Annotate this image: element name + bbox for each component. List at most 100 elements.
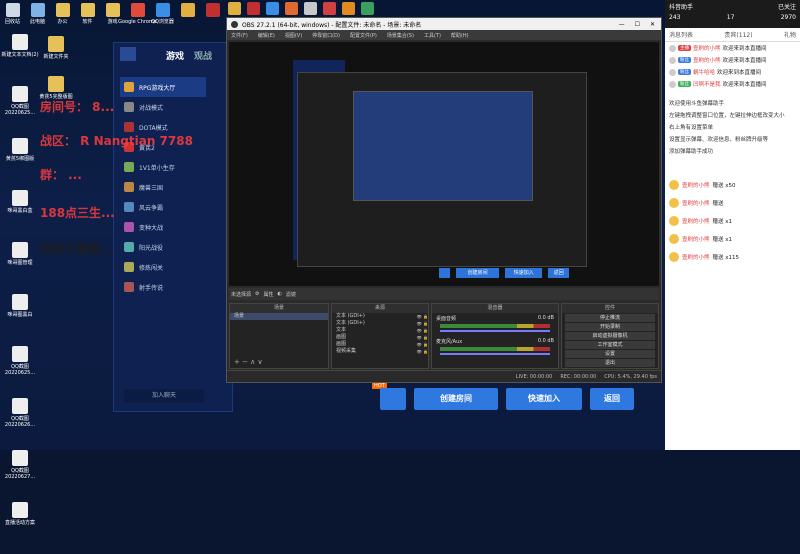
obs-control-button[interactable]: 开始录制 [565,323,655,331]
filter-icon[interactable]: ◐ [278,291,282,297]
minimize-icon[interactable]: — [619,21,625,28]
gift-username[interactable]: 壹刷的小熊 [682,253,710,261]
eye-lock-icon[interactable]: 👁 🔒 [417,341,428,348]
obs-menu-item[interactable]: 文件(F) [231,32,248,39]
source-item[interactable]: 视频采集 👁 🔒 [332,348,428,355]
desktop-icon[interactable]: QQ浏览器 [150,0,175,34]
desktop-icon[interactable]: 新建文本文档(2) [0,34,40,86]
obs-menu-item[interactable]: 停靠窗口(D) [312,32,340,39]
desktop-icon[interactable]: 咪哥图黑白 [0,294,40,346]
desktop-icon[interactable]: QQ截图20220625... [0,86,40,138]
obs-menu-item[interactable]: 帮助(H) [451,32,469,39]
system-message: 左键拖拽调整窗口位置，左键拉伸边框改变大小 [669,113,785,119]
maximize-icon[interactable]: ☐ [635,21,640,28]
obs-menu-item[interactable]: 场景集合(S) [387,32,414,39]
obs-control-button[interactable]: 设置 [565,350,655,358]
game-category-item[interactable]: 阳光战役 [120,237,206,257]
game-icon [124,162,134,172]
obs-preview-canvas[interactable]: 创建房间 快速加入 返回 [229,42,659,286]
desktop-icon[interactable]: 直播活动方案 [0,502,40,554]
chat-username[interactable]: 壹刷的小熊 [693,56,721,64]
desktop-icon[interactable]: 黄芪5完整版图 [36,76,76,128]
app-icon[interactable] [247,2,260,15]
desktop-icon[interactable]: 回收站 [0,0,25,34]
eye-lock-icon[interactable]: 👁 🔒 [417,327,428,334]
desktop-icon[interactable] [200,0,225,34]
desktop-icon[interactable]: 办公 [50,0,75,34]
desktop-icon[interactable] [175,0,200,34]
obs-menu-item[interactable]: 工具(T) [424,32,441,39]
game-category-item[interactable]: 风云争霸 [120,197,206,217]
desktop-icon[interactable]: 此电脑 [25,0,50,34]
obs-control-button[interactable]: 工作室模式 [565,341,655,349]
app-icon[interactable] [285,2,298,15]
eye-lock-icon[interactable]: 👁 🔒 [417,313,428,320]
scene-item[interactable]: 场景 [230,313,328,320]
back-button[interactable]: 返回 [590,388,634,410]
gift-username[interactable]: 壹刷的小熊 [682,199,710,207]
game-category-item[interactable]: RPG游戏大厅 [120,77,206,97]
game-category-item[interactable]: 1V1单小生存 [120,157,206,177]
obs-menu-item[interactable]: 配置文件(P) [350,32,377,39]
mixer-db-value: 0.0 dB [537,338,554,344]
game-category-item[interactable]: 修炼闯关 [120,257,206,277]
obs-control-button[interactable]: 退出 [565,359,655,367]
tab-vip[interactable]: 贵宾(112) [724,30,752,39]
eye-lock-icon[interactable]: 👁 🔒 [417,334,428,341]
game-category-item[interactable]: 对战模式 [120,97,206,117]
app-icon[interactable] [266,2,279,15]
obs-control-button[interactable]: 停止推流 [565,314,655,322]
app-icon[interactable] [228,2,241,15]
app-icon[interactable] [304,2,317,15]
gift-username[interactable]: 壹刷的小熊 [682,217,710,225]
desktop-icon[interactable]: 咪哥图管理 [0,242,40,294]
eye-lock-icon[interactable]: 👁 🔒 [417,348,428,355]
source-item[interactable]: 文本 (GDI+) 👁 🔒 [332,320,428,327]
tab-messages[interactable]: 消息列表 [669,30,693,39]
desktop-icon[interactable]: 软件 [75,0,100,34]
desktop-icon[interactable]: Google Chrome [118,0,157,34]
filters-button[interactable]: 滤镜 [286,291,296,298]
tab-games[interactable]: 游戏 [166,49,184,62]
source-item[interactable]: 文本 (GDI+) 👁 🔒 [332,313,428,320]
properties-button[interactable]: 属性 [264,291,274,298]
volume-slider[interactable] [440,353,550,355]
game-category-item[interactable]: 射手传说 [120,277,206,297]
gift-username[interactable]: 壹刷的小熊 [682,235,710,243]
desktop-icon[interactable]: QQ截图20220627... [0,450,40,502]
app-icon[interactable] [323,2,336,15]
follow-button[interactable]: 已关注 [778,2,796,11]
desktop-icon[interactable]: QQ截图20220626... [0,398,40,450]
source-item[interactable]: 画图 👁 🔒 [332,341,428,348]
close-icon[interactable]: ✕ [650,21,655,28]
file-icon [12,502,28,518]
gift-username[interactable]: 壹刷的小熊 [682,181,710,189]
scene-controls[interactable]: + − ∧ ∨ [234,358,263,366]
game-icon [124,262,134,272]
create-room-button[interactable]: 创建房间 [414,388,498,410]
source-item[interactable]: 画图 👁 🔒 [332,334,428,341]
chat-username[interactable]: 壹刷的小熊 [693,44,721,52]
desktop-icon[interactable]: 咪哥黑白盒 [0,190,40,242]
desktop-icon[interactable]: 游戏 [100,0,125,34]
gear-icon[interactable]: ⚙ [255,291,259,297]
volume-slider[interactable] [440,330,550,332]
chat-username[interactable]: 蜗牛哈哈 [693,68,715,76]
app-icon[interactable] [342,2,355,15]
join-chat-button[interactable]: 加入聊天 [124,389,204,403]
desktop-icon[interactable]: 黄芪5绑图版 [0,138,40,190]
obs-menu-item[interactable]: 视图(V) [285,32,302,39]
game-category-item[interactable]: 变种大战 [120,217,206,237]
tab-gifts[interactable]: 礼物 [784,30,796,39]
source-item[interactable]: 文本 👁 🔒 [332,327,428,334]
app-icon[interactable] [361,2,374,15]
quick-join-button[interactable]: 快速加入 [506,388,582,410]
obs-control-button[interactable]: 启动虚拟摄像机 [565,332,655,340]
eye-lock-icon[interactable]: 👁 🔒 [417,320,428,327]
obs-menu-item[interactable]: 编辑(E) [258,32,275,39]
tab-spectate[interactable]: 观战 [194,49,212,62]
game-category-item[interactable]: 魔兽三国 [120,177,206,197]
desktop-icon[interactable]: QQ截图20220625... [0,346,40,398]
printer-icon[interactable] [380,388,406,410]
chat-username[interactable]: 凹啊不是我 [693,80,721,88]
